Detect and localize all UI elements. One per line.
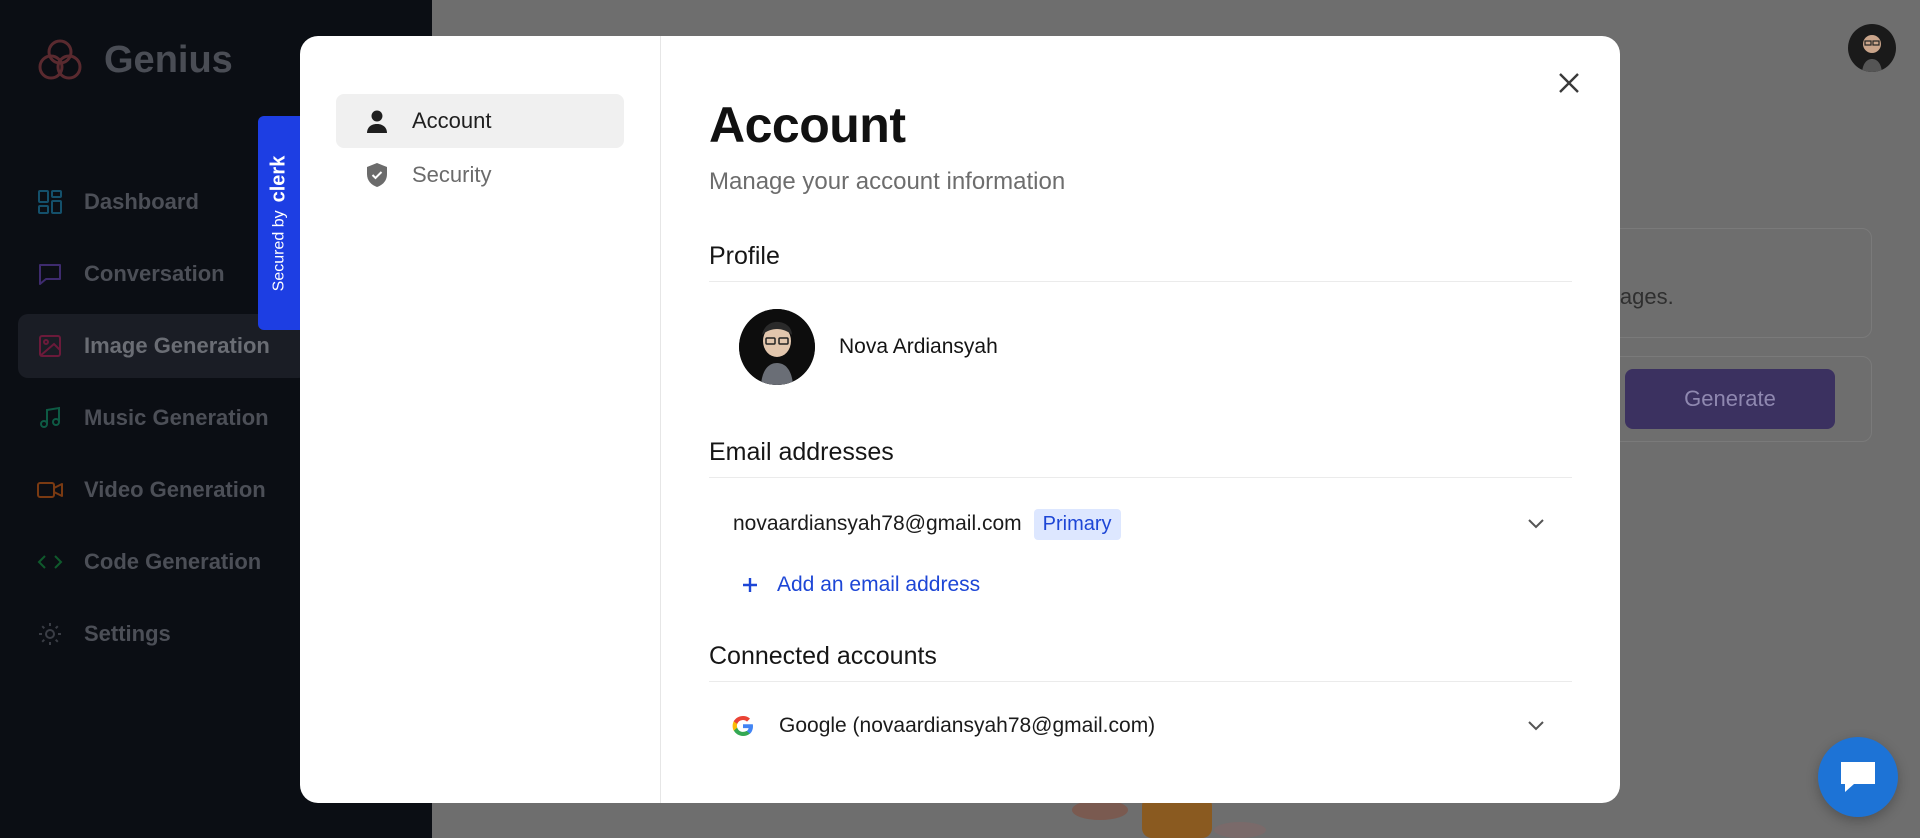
nav-label: Code Generation <box>84 549 262 574</box>
shield-icon <box>364 162 390 188</box>
dashboard-icon <box>36 188 64 216</box>
close-button[interactable] <box>1552 66 1586 100</box>
email-address: novaardiansyah78@gmail.com <box>733 512 1022 535</box>
message-square-icon <box>36 260 64 288</box>
user-avatar[interactable] <box>1848 24 1896 72</box>
logo-mark-icon <box>38 39 82 80</box>
profile-row[interactable]: Nova Ardiansyah <box>709 282 1572 386</box>
page-subtitle: Manage your account information <box>709 168 1066 195</box>
plus-icon <box>739 574 761 596</box>
modal-nav-label: Security <box>412 162 492 187</box>
close-icon <box>1559 73 1579 93</box>
nav-item-settings[interactable]: Settings <box>18 602 308 666</box>
primary-badge: Primary <box>1033 508 1121 540</box>
app-logo[interactable]: Genius <box>36 36 233 84</box>
modal-nav-item-account[interactable]: Account <box>336 94 624 148</box>
nav-label: Conversation <box>84 261 225 286</box>
email-section: Email addresses novaardiansyah78@gmail.c… <box>709 438 1572 608</box>
app-name: Genius <box>104 38 233 81</box>
chevron-down-icon[interactable] <box>1524 512 1548 536</box>
nav-label: Dashboard <box>84 189 199 214</box>
connected-account-label: Google (novaardiansyah78@gmail.com) <box>779 714 1156 737</box>
nav-item-music-generation[interactable]: Music Generation <box>18 386 308 450</box>
modal-content: Account Manage your account information … <box>661 36 1620 803</box>
clerk-badge-text: Secured by clerk <box>268 155 291 291</box>
connected-section-title: Connected accounts <box>709 642 1572 682</box>
nav-item-video-generation[interactable]: Video Generation <box>18 458 308 522</box>
page-title: Account <box>709 97 906 153</box>
account-modal: Account Security Account Manage your acc… <box>300 36 1620 803</box>
nav-label: Video Generation <box>84 477 266 502</box>
profile-name: Nova Ardiansyah <box>839 335 998 358</box>
image-icon <box>36 332 64 360</box>
music-icon <box>36 404 64 432</box>
video-icon <box>36 476 64 504</box>
modal-nav-item-security[interactable]: Security <box>336 148 624 202</box>
profile-section: Profile Nova Ardiansyah <box>709 242 1572 386</box>
email-row[interactable]: novaardiansyah78@gmail.com Primary <box>709 478 1572 542</box>
nav-label: Image Generation <box>84 333 270 358</box>
email-section-title: Email addresses <box>709 438 1572 478</box>
add-email-label: Add an email address <box>777 573 981 596</box>
modal-nav-label: Account <box>412 108 492 133</box>
user-icon <box>364 108 390 134</box>
connected-accounts-section: Connected accounts Google (novaardiansya… <box>709 642 1572 746</box>
generate-button[interactable]: Generate <box>1625 369 1835 429</box>
nav-item-code-generation[interactable]: Code Generation <box>18 530 308 594</box>
nav-label: Music Generation <box>84 405 269 430</box>
profile-avatar[interactable] <box>739 309 815 385</box>
google-icon <box>732 716 753 736</box>
chevron-down-icon[interactable] <box>1524 714 1548 738</box>
clerk-badge[interactable]: Secured by clerk <box>258 116 300 330</box>
connected-account-row[interactable]: Google (novaardiansyah78@gmail.com) <box>709 682 1572 746</box>
gear-icon <box>36 620 64 648</box>
add-email-button[interactable]: Add an email address <box>709 542 1572 608</box>
chat-bubble-icon <box>1841 762 1875 792</box>
code-icon <box>36 548 64 576</box>
modal-nav: Account Security <box>300 36 661 803</box>
chat-widget-button[interactable] <box>1818 737 1898 817</box>
profile-section-title: Profile <box>709 242 1572 282</box>
nav-label: Settings <box>84 621 171 646</box>
clerk-logo: clerk <box>267 155 290 202</box>
secured-by-text: Secured by <box>270 209 287 291</box>
